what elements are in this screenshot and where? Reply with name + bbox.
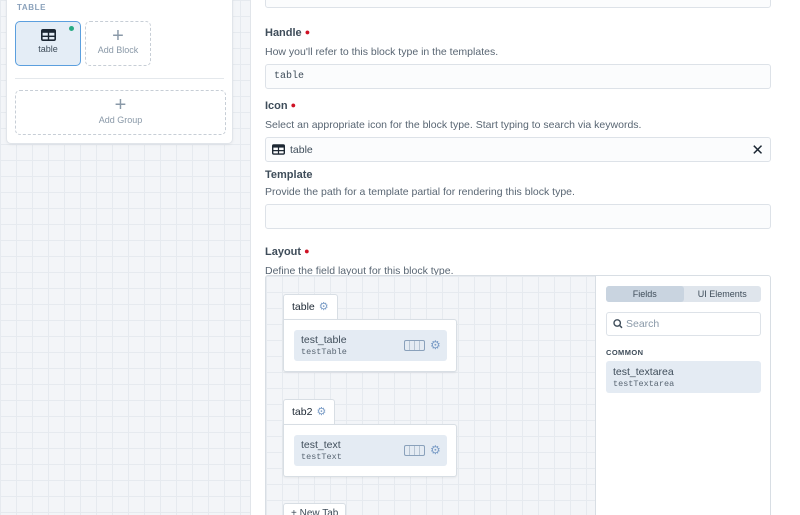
handle-label: Handle: [265, 27, 302, 39]
icon-label: Icon: [265, 100, 288, 112]
divider: [15, 78, 224, 79]
template-instructions: Provide the path for a template partial …: [265, 186, 575, 198]
field-name: test_table: [301, 334, 347, 346]
add-block-label: Add Block: [97, 45, 139, 55]
layout-field: Layout ● Define the field layout for this…: [265, 242, 771, 277]
status-indicator: [69, 26, 74, 31]
gear-icon[interactable]: ⚙: [319, 301, 329, 313]
segment-fields[interactable]: Fields: [606, 286, 684, 302]
field-handle: testTextarea: [613, 379, 675, 389]
add-block-button[interactable]: + Add Block: [85, 21, 151, 66]
handle-field: Handle ● How you'll refer to this block t…: [265, 23, 771, 89]
icon-field: Icon ● Select an appropriate icon for the…: [265, 96, 771, 162]
field-library: Fields UI Elements Search COMMON test_te…: [595, 276, 770, 515]
layout-field-item[interactable]: test_table testTable ⚙: [294, 330, 447, 361]
tab-tab2[interactable]: tab2 ⚙: [283, 399, 336, 424]
gear-icon[interactable]: ⚙: [430, 338, 441, 352]
icon-heading: Icon ●: [265, 96, 771, 114]
library-segmented-control: Fields UI Elements: [606, 286, 761, 302]
tab-table[interactable]: table ⚙: [283, 294, 338, 319]
block-type-label: table: [38, 44, 58, 54]
close-icon[interactable]: ✕: [751, 141, 764, 159]
field-name: test_text: [301, 439, 341, 451]
tab-name: tab2: [292, 406, 313, 418]
group-title[interactable]: TABLE: [17, 3, 46, 12]
template-label: Template: [265, 169, 313, 181]
block-types-sidebar: TABLE table + Add Block + Add Group: [6, 0, 233, 144]
tab-content: test_text testText ⚙: [283, 424, 457, 477]
segment-ui-elements[interactable]: UI Elements: [684, 286, 762, 302]
plus-icon: +: [112, 25, 124, 47]
new-tab-button[interactable]: + New Tab: [283, 503, 347, 515]
field-handle: testText: [301, 452, 342, 462]
template-field: Template Provide the path for a template…: [265, 169, 771, 229]
layout-field-item[interactable]: test_text testText ⚙: [294, 435, 447, 466]
icon-picker-input[interactable]: table ✕: [265, 137, 771, 162]
table-icon: [40, 29, 56, 41]
handle-heading: Handle ●: [265, 23, 771, 41]
handle-instructions: How you'll refer to this block type in t…: [265, 46, 499, 58]
layout-heading: Layout ●: [265, 242, 771, 260]
tab-content: test_table testTable ⚙: [283, 319, 457, 372]
handle-input[interactable]: table: [265, 64, 771, 89]
block-type-table[interactable]: table: [15, 21, 81, 66]
required-icon: ●: [304, 27, 311, 37]
width-indicator-icon[interactable]: [404, 445, 425, 456]
add-group-label: Add Group: [98, 115, 143, 125]
gear-icon[interactable]: ⚙: [316, 406, 326, 418]
library-field-item[interactable]: test_textarea testTextarea: [606, 361, 761, 393]
field-layout-designer: table ⚙ test_table testTable ⚙ tab2 ⚙ test…: [265, 275, 771, 515]
template-input[interactable]: [265, 204, 771, 229]
field-name: test_textarea: [613, 366, 674, 378]
library-search-input[interactable]: Search: [606, 312, 761, 336]
search-icon: [613, 319, 623, 329]
icon-value: table: [290, 144, 313, 156]
gear-icon[interactable]: ⚙: [430, 443, 441, 457]
field-handle: testTable: [301, 347, 347, 357]
name-input[interactable]: [265, 0, 771, 8]
search-placeholder: Search: [626, 318, 660, 330]
layout-label: Layout: [265, 246, 302, 258]
library-group-heading: COMMON: [606, 348, 644, 357]
required-icon: ●: [304, 246, 310, 256]
table-icon: [272, 144, 285, 155]
add-group-button[interactable]: + Add Group: [15, 90, 226, 135]
tab-name: table: [292, 301, 315, 313]
plus-icon: +: [114, 94, 127, 116]
icon-instructions: Select an appropriate icon for the block…: [265, 119, 642, 131]
block-type-settings: Handle ● How you'll refer to this block t…: [250, 0, 800, 515]
width-indicator-icon[interactable]: [404, 340, 425, 351]
required-icon: ●: [290, 100, 297, 110]
